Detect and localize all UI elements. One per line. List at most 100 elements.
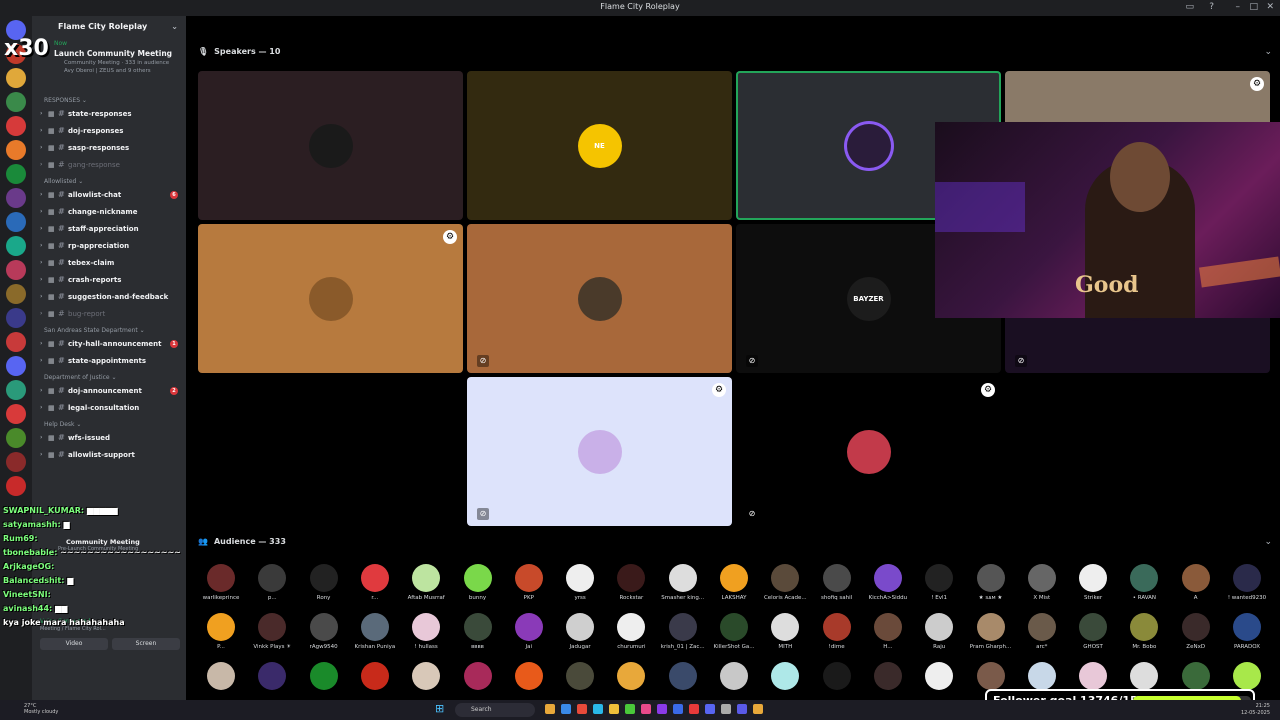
server-icon[interactable] bbox=[6, 116, 26, 136]
audience-member[interactable]: Rony bbox=[299, 564, 349, 601]
channel-item[interactable]: › ▦ # wfs-issued bbox=[32, 429, 186, 446]
audience-member[interactable]: p... bbox=[247, 564, 297, 601]
audience-member[interactable] bbox=[1068, 662, 1118, 690]
channel-item[interactable]: › ▦ # doj-responses bbox=[32, 122, 186, 139]
help-icon[interactable]: ? bbox=[1209, 2, 1214, 12]
server-icon[interactable] bbox=[6, 260, 26, 280]
audience-member[interactable] bbox=[196, 662, 246, 690]
taskbar-app-icon[interactable] bbox=[641, 704, 651, 714]
server-icon[interactable] bbox=[6, 332, 26, 352]
taskbar-app-icon[interactable] bbox=[577, 704, 587, 714]
audience-member[interactable]: Vinkk Plays ☀ bbox=[247, 613, 297, 650]
audience-member[interactable]: krish_01 | Zac... bbox=[658, 613, 708, 650]
audience-member[interactable]: Aftab Musrraf bbox=[401, 564, 451, 601]
audience-member[interactable]: LAKSHAY bbox=[709, 564, 759, 601]
audience-member[interactable]: yrss bbox=[555, 564, 605, 601]
channel-category[interactable]: Help Desk ⌄ bbox=[32, 416, 186, 429]
channel-item[interactable]: › ▦ # tebex-claim bbox=[32, 254, 186, 271]
audience-member[interactable]: MITH bbox=[760, 613, 810, 650]
audience-member[interactable] bbox=[658, 662, 708, 690]
audience-member[interactable] bbox=[966, 662, 1016, 690]
chevron-down-icon[interactable]: ⌄ bbox=[1264, 47, 1272, 57]
server-icon[interactable] bbox=[6, 164, 26, 184]
audience-member[interactable]: ZeNxD bbox=[1171, 613, 1221, 650]
server-icon[interactable] bbox=[6, 92, 26, 112]
audience-member[interactable]: warlikeprince bbox=[196, 564, 246, 601]
audience-member[interactable] bbox=[1119, 662, 1169, 690]
audience-member[interactable]: PKP bbox=[504, 564, 554, 601]
audience-member[interactable]: ! Evl1 bbox=[914, 564, 964, 601]
audience-member[interactable]: Smasher king... bbox=[658, 564, 708, 601]
channel-item[interactable]: › ▦ # change-nickname bbox=[32, 203, 186, 220]
audience-member[interactable] bbox=[350, 662, 400, 690]
audience-member[interactable] bbox=[555, 662, 605, 690]
channel-item[interactable]: › ▦ # state-responses bbox=[32, 105, 186, 122]
channel-item[interactable]: › ▦ # crash-reports bbox=[32, 271, 186, 288]
channel-item[interactable]: › ▦ # staff-appreciation bbox=[32, 220, 186, 237]
audience-member[interactable] bbox=[299, 662, 349, 690]
server-icon[interactable] bbox=[6, 380, 26, 400]
guild-header[interactable]: Flame City Roleplay ⌄ bbox=[32, 16, 186, 40]
audience-member[interactable] bbox=[1017, 662, 1067, 690]
taskbar-app-icon[interactable] bbox=[737, 704, 747, 714]
audience-member[interactable]: Pram Gharph... bbox=[966, 613, 1016, 650]
server-icon[interactable] bbox=[6, 452, 26, 472]
channel-category[interactable]: Department of Justice ⌄ bbox=[32, 369, 186, 382]
taskbar-search[interactable]: Search bbox=[455, 703, 535, 717]
audience-member[interactable] bbox=[401, 662, 451, 690]
minimize-button[interactable]: – bbox=[1236, 2, 1241, 12]
audience-member[interactable]: Raju bbox=[914, 613, 964, 650]
audience-member[interactable]: bunny bbox=[453, 564, 503, 601]
audience-member[interactable] bbox=[812, 662, 862, 690]
server-icon[interactable] bbox=[6, 140, 26, 160]
audience-member[interactable]: Celoris Acade... bbox=[760, 564, 810, 601]
audience-member[interactable] bbox=[863, 662, 913, 690]
taskbar-app-icon[interactable] bbox=[753, 704, 763, 714]
audience-member[interactable]: PARADOX bbox=[1222, 613, 1272, 650]
server-icon[interactable] bbox=[6, 236, 26, 256]
audience-member[interactable]: Mr. Bobo bbox=[1119, 613, 1169, 650]
channel-item[interactable]: › ▦ # allowlist-support bbox=[32, 446, 186, 463]
audience-member[interactable]: ! hullass bbox=[401, 613, 451, 650]
audience-member[interactable]: churumuri bbox=[606, 613, 656, 650]
audience-member[interactable]: ! wanted9230 bbox=[1222, 564, 1272, 601]
channel-category[interactable]: Allowlisted ⌄ bbox=[32, 173, 186, 186]
audience-member[interactable]: P... bbox=[196, 613, 246, 650]
taskbar-app-icon[interactable] bbox=[721, 704, 731, 714]
speaker-tile[interactable] bbox=[198, 71, 463, 220]
audience-member[interactable]: arc* bbox=[1017, 613, 1067, 650]
channel-category[interactable]: RESPONSES ⌄ bbox=[32, 92, 186, 105]
channel-item[interactable]: › ▦ # suggestion-and-feedback bbox=[32, 288, 186, 305]
audience-member[interactable]: !dime bbox=[812, 613, 862, 650]
channel-item[interactable]: › ▦ # doj-announcement 2 bbox=[32, 382, 186, 399]
channel-item[interactable]: › ▦ # allowlist-chat 6 bbox=[32, 186, 186, 203]
server-icon[interactable] bbox=[6, 428, 26, 448]
audience-member[interactable]: Rockstar bbox=[606, 564, 656, 601]
speaker-tile[interactable]: ⊘ ⚙ bbox=[736, 377, 1001, 526]
taskbar-app-icon[interactable] bbox=[673, 704, 683, 714]
audience-member[interactable] bbox=[709, 662, 759, 690]
audience-member[interactable]: H... bbox=[863, 613, 913, 650]
server-icon[interactable] bbox=[6, 68, 26, 88]
audience-member[interactable]: shofiq sahil bbox=[812, 564, 862, 601]
channel-item[interactable]: › ▦ # state-appointments bbox=[32, 352, 186, 369]
chevron-down-icon[interactable]: ⌄ bbox=[1264, 537, 1272, 547]
channel-item[interactable]: › ▦ # sasp-responses bbox=[32, 139, 186, 156]
channel-category[interactable]: San Andreas State Department ⌄ bbox=[32, 322, 186, 335]
windows-start-icon[interactable]: ⊞ bbox=[435, 703, 447, 715]
audience-member[interactable] bbox=[914, 662, 964, 690]
speaker-tile[interactable]: ⊘ bbox=[467, 224, 732, 373]
taskbar-app-icon[interactable] bbox=[689, 704, 699, 714]
taskbar-app-icon[interactable] bbox=[545, 704, 555, 714]
audience-member[interactable] bbox=[1222, 662, 1272, 690]
audience-member[interactable]: X Mist bbox=[1017, 564, 1067, 601]
audience-member[interactable]: KicchA>Siddu bbox=[863, 564, 913, 601]
channel-item[interactable]: › ▦ # legal-consultation bbox=[32, 399, 186, 416]
server-icon[interactable] bbox=[6, 476, 26, 496]
stage-event-card[interactable]: Now Launch Community Meeting Community M… bbox=[32, 40, 186, 92]
audience-member[interactable]: Jai bbox=[504, 613, 554, 650]
audience-member[interactable]: ★ ꜱᴀᴍ ★ bbox=[966, 564, 1016, 601]
audience-member[interactable] bbox=[247, 662, 297, 690]
audience-member[interactable]: GHOST bbox=[1068, 613, 1118, 650]
taskbar-app-icon[interactable] bbox=[625, 704, 635, 714]
